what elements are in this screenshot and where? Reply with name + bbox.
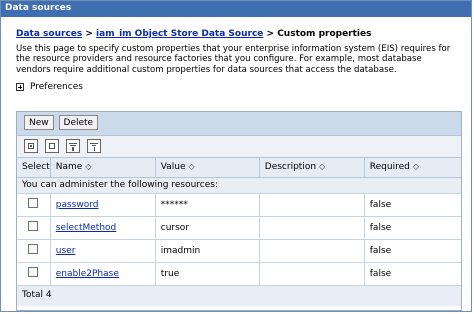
row-checkbox[interactable] [28, 198, 39, 208]
row-select-cell [17, 239, 51, 263]
custom-properties-table: Select Name ◇ Value ◇ Description ◇ Require… [17, 158, 461, 286]
row-select-cell [17, 216, 51, 240]
required-cell: false [364, 193, 461, 217]
required-cell: false [364, 216, 461, 240]
resources-panel: New Delete Select Name ◇ Value ◇ Descrip… [16, 111, 462, 311]
show-filter-icon[interactable] [65, 139, 80, 153]
row-checkbox[interactable] [28, 244, 39, 254]
row-select-cell [17, 262, 51, 286]
button-bar: New Delete [17, 112, 461, 136]
row-checkbox[interactable] [28, 221, 39, 231]
description-cell [259, 193, 365, 217]
name-cell: selectMethod [50, 216, 156, 240]
table-icon-bar [17, 136, 461, 158]
column-header-select: Select [17, 158, 51, 178]
breadcrumb: Data sources > iam_im Object Store Data … [16, 29, 471, 40]
table-row: enable2Phase true false [17, 262, 461, 286]
property-link[interactable]: enable2Phase [56, 269, 119, 279]
clear-filter-icon[interactable] [86, 139, 101, 153]
info-row: You can administer the following resourc… [17, 177, 461, 194]
sort-icon[interactable]: ◇ [319, 162, 325, 171]
breadcrumb-current: Custom properties [277, 29, 372, 39]
name-cell: enable2Phase [50, 262, 156, 286]
expand-plus-icon[interactable] [16, 83, 24, 92]
required-cell: false [364, 239, 461, 263]
preferences-toggle[interactable]: Preferences [16, 81, 471, 93]
info-text: You can administer the following resourc… [17, 177, 461, 194]
sort-icon[interactable]: ◇ [85, 162, 91, 171]
table-row: selectMethod cursor false [17, 216, 461, 240]
column-header-name[interactable]: Name ◇ [50, 158, 156, 178]
breadcrumb-datasource-link[interactable]: iam_im Object Store Data Source [96, 29, 263, 39]
property-link[interactable]: user [56, 246, 76, 256]
property-link[interactable]: password [56, 200, 99, 210]
value-cell: imadmin [155, 239, 260, 263]
value-cell: true [155, 262, 260, 286]
table-row: password ****** false [17, 193, 461, 217]
preferences-label: Preferences [30, 82, 83, 93]
row-select-cell [17, 193, 51, 217]
required-cell: false [364, 262, 461, 286]
table-row: user imadmin false [17, 239, 461, 263]
column-header-description[interactable]: Description ◇ [259, 158, 365, 178]
row-checkbox[interactable] [28, 267, 39, 277]
column-header-value[interactable]: Value ◇ [155, 158, 260, 178]
description-cell [259, 262, 365, 286]
breadcrumb-separator: > [263, 29, 278, 39]
property-link[interactable]: selectMethod [56, 223, 117, 233]
select-all-icon[interactable] [24, 139, 38, 153]
delete-button[interactable]: Delete [58, 115, 99, 130]
name-cell: user [50, 239, 156, 263]
table-header-row: Select Name ◇ Value ◇ Description ◇ Require… [17, 158, 461, 178]
page-description: Use this page to specify custom properti… [16, 44, 451, 75]
description-cell [259, 216, 365, 240]
custom-properties-window: Data sources Data sources > iam_im Objec… [0, 0, 472, 312]
breadcrumb-separator: > [82, 29, 97, 39]
total-count: Total 4 [17, 285, 461, 306]
page-content: Data sources > iam_im Object Store Data … [1, 29, 471, 93]
breadcrumb-data-sources-link[interactable]: Data sources [16, 29, 82, 39]
new-button[interactable]: New [24, 115, 54, 130]
name-cell: password [50, 193, 156, 217]
description-cell [259, 239, 365, 263]
column-header-required[interactable]: Required ◇ [364, 158, 461, 178]
deselect-all-icon[interactable] [44, 139, 59, 153]
value-cell: ****** [155, 193, 260, 217]
sort-icon[interactable]: ◇ [188, 162, 194, 171]
window-title: Data sources [1, 1, 471, 17]
value-cell: cursor [155, 216, 260, 240]
sort-icon[interactable]: ◇ [413, 162, 419, 171]
